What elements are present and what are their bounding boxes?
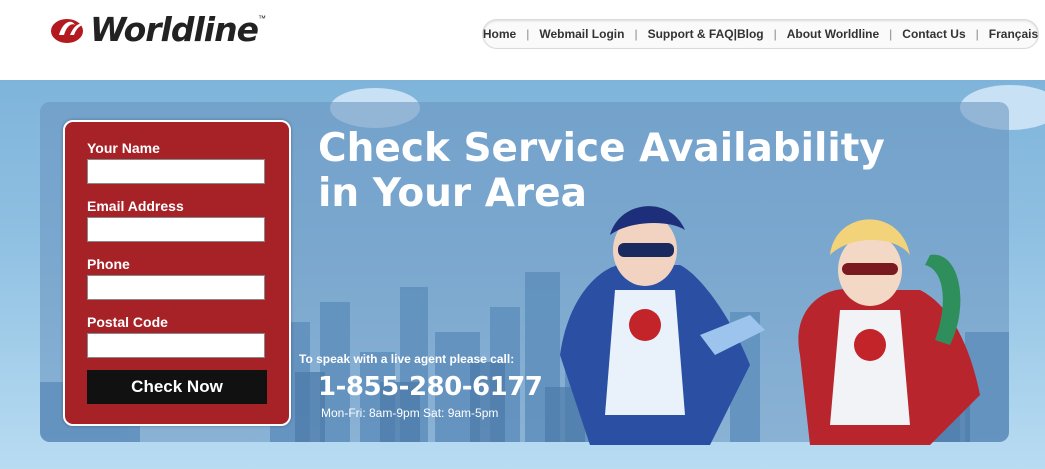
nav-francais[interactable]: Français [979,27,1045,41]
worldline-logo-icon [51,19,84,43]
email-label: Email Address [87,198,184,214]
hero-headline: Check Service Availability in Your Area [318,126,958,216]
site-header: Worldline ™ Home | Webmail Login | Suppo… [0,0,1045,80]
phone-field[interactable] [87,275,265,300]
postal-code-label: Postal Code [87,314,168,330]
name-label: Your Name [87,140,160,156]
logo-text: Worldline [90,10,259,49]
nav-home[interactable]: Home [473,27,526,41]
nav-about[interactable]: About Worldline [777,27,889,41]
business-hours: Mon-Fri: 8am-9pm Sat: 9am-5pm [321,406,499,420]
superheroes-illustration [560,206,980,445]
availability-form: Your Name Email Address Phone Postal Cod… [63,120,291,426]
top-nav: Home | Webmail Login | Support & FAQ|Blo… [482,19,1039,49]
live-agent-text: To speak with a live agent please call: [299,352,515,366]
email-field[interactable] [87,217,265,242]
check-now-button[interactable]: Check Now [87,370,267,404]
headline-line-1: Check Service Availability [318,126,885,171]
nav-support-faq-blog[interactable]: Support & FAQ|Blog [638,27,774,41]
worldline-logo[interactable]: Worldline ™ [50,10,266,50]
nav-webmail-login[interactable]: Webmail Login [529,27,634,41]
phone-number[interactable]: 1-855-280-6177 [318,372,543,402]
postal-code-field[interactable] [87,333,265,358]
logo-trademark: ™ [257,13,266,23]
nav-contact[interactable]: Contact Us [892,27,975,41]
name-field[interactable] [87,159,265,184]
phone-label: Phone [87,256,130,272]
headline-line-2: in Your Area [318,171,587,216]
